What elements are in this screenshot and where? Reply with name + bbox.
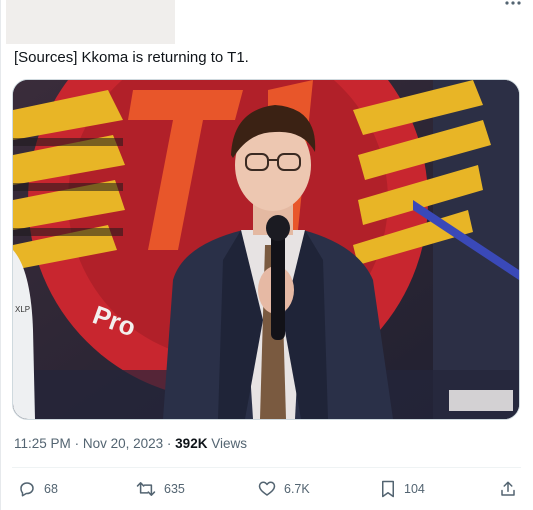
tweet-date[interactable]: Nov 20, 2023 (83, 436, 163, 451)
bookmark-button[interactable]: 104 (380, 480, 425, 498)
repost-count: 635 (164, 482, 185, 496)
tweet-time[interactable]: 11:25 PM (14, 436, 71, 451)
reply-count: 68 (44, 482, 58, 496)
bookmark-icon (380, 480, 396, 498)
more-icon (504, 0, 522, 6)
bookmark-count: 104 (404, 482, 425, 496)
reply-icon (18, 480, 36, 498)
tweet-metadata: 11:25 PM · Nov 20, 2023 · 392K Views (14, 436, 247, 451)
repost-icon (136, 480, 156, 498)
meta-separator: · (166, 436, 172, 451)
tweet-text: [Sources] Kkoma is returning to T1. (14, 49, 249, 66)
divider (12, 467, 521, 468)
action-bar: 68 635 6.7K 104 (0, 480, 533, 502)
views-label: Views (211, 436, 247, 451)
more-options-button[interactable] (500, 0, 526, 18)
share-icon (499, 480, 517, 498)
left-border (0, 0, 1, 510)
like-count: 6.7K (284, 482, 310, 496)
reply-button[interactable]: 68 (18, 480, 58, 498)
tweet-photo[interactable]: Pro XLP (12, 79, 520, 420)
meta-separator: · (74, 436, 80, 451)
like-button[interactable]: 6.7K (258, 480, 310, 498)
like-icon (258, 480, 276, 498)
views-count: 392K (175, 436, 208, 451)
redacted-profile-area (6, 0, 175, 44)
share-button[interactable] (499, 480, 517, 498)
repost-button[interactable]: 635 (136, 480, 185, 498)
jacket-text: XLP (15, 305, 30, 314)
